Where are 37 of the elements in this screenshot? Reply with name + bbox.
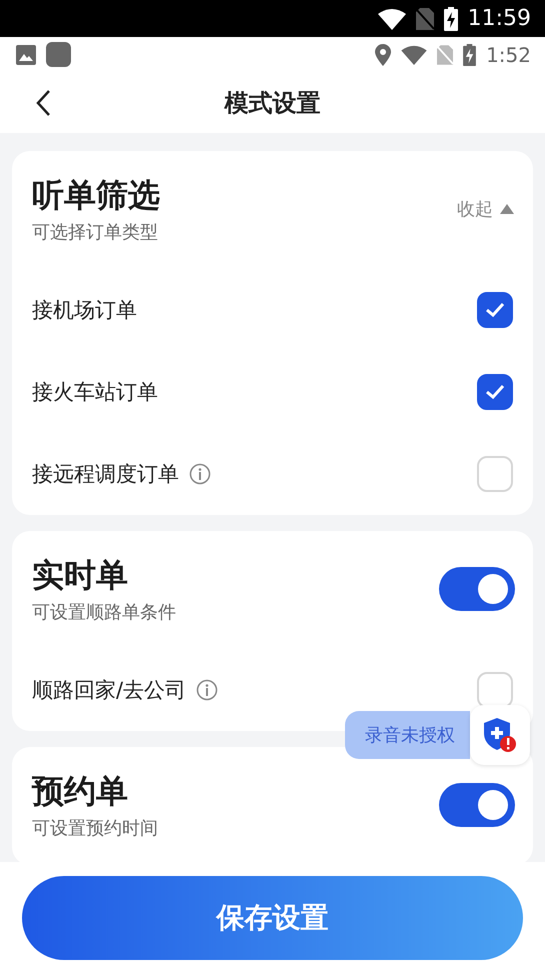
checkbox[interactable] [477,292,513,328]
section-title: 预约单 [32,771,129,812]
check-icon [485,384,505,400]
option-label: 接远程调度订单 [32,461,179,488]
battery-charging-icon [463,44,476,66]
section-title: 实时单 [32,555,129,596]
status-time: 1:52 [486,42,531,66]
section-subtitle: 可设置预约时间 [32,817,158,841]
option-label: 顺路回家/去公司 [32,677,186,704]
option-label: 接机场订单 [32,297,137,324]
back-icon [35,89,51,117]
battery-charging-icon [444,6,458,30]
wifi-icon [378,8,406,30]
section-subtitle: 可设置顺路单条件 [32,601,176,625]
location-icon [375,44,392,66]
app-icon [46,42,71,67]
no-sim-icon [416,8,434,30]
no-sim-icon [437,44,454,64]
toggle-switch[interactable] [439,567,515,611]
shield-icon [483,717,517,753]
checkbox[interactable] [477,374,513,410]
wifi-icon [401,44,428,64]
info-icon[interactable] [196,679,218,701]
collapse-toggle[interactable]: 收起 [457,197,515,221]
page-title: 模式设置 [224,88,320,118]
option-label: 接火车站订单 [32,379,158,406]
section-subtitle: 可选择订单类型 [32,221,159,245]
toggle-switch[interactable] [439,783,515,827]
section-title: 听单筛选 [32,175,160,216]
save-button[interactable]: 保存设置 [22,876,523,960]
shield-button[interactable] [470,705,530,765]
info-icon[interactable] [189,463,211,485]
check-icon [485,302,505,318]
image-icon [16,44,36,64]
caret-up-icon [499,203,515,215]
status-time: 11:59 [468,6,531,31]
permission-badge[interactable]: 录音未授权 [345,711,470,759]
